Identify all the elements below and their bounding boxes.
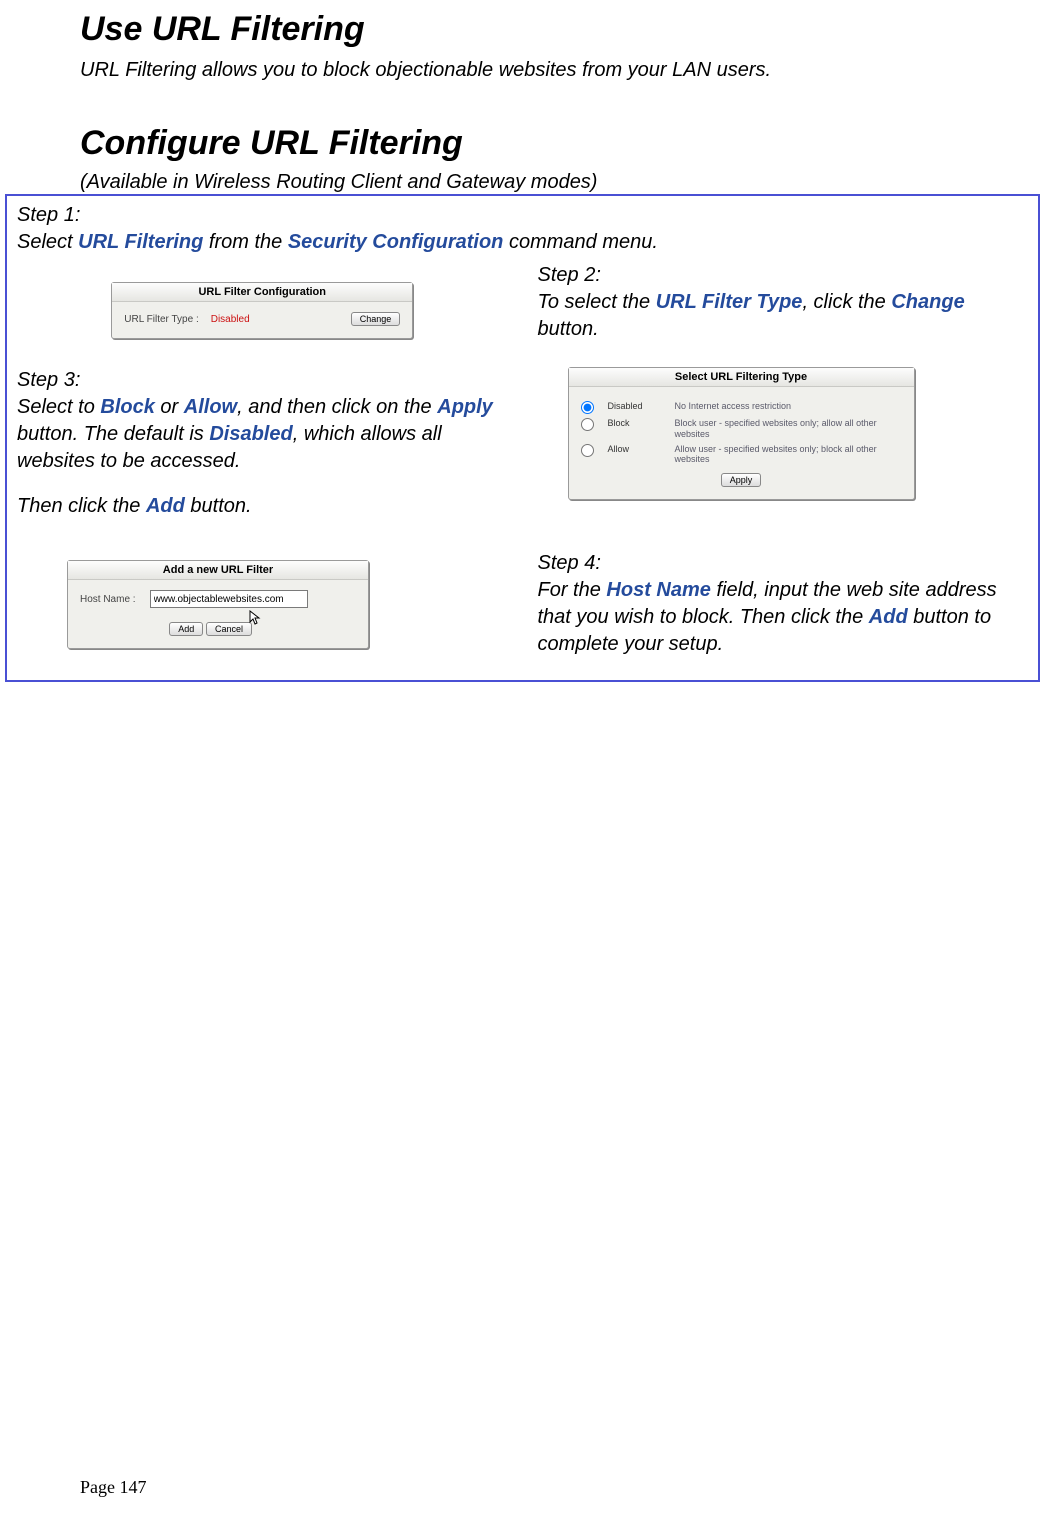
option-disabled[interactable]: Disabled No Internet access restriction	[581, 401, 902, 414]
option-allow-label: Allow	[608, 444, 663, 454]
kw-add2: Add	[869, 606, 908, 628]
step3-mid1: or	[155, 396, 184, 418]
kw-security-configuration: Security Configuration	[288, 231, 504, 253]
step1-block: Step 1: Select URL Filtering from the Se…	[17, 202, 1028, 256]
option-block-label: Block	[608, 418, 663, 428]
step4-block: Step 4: For the Host Name field, input t…	[538, 550, 1029, 658]
kw-apply: Apply	[437, 396, 493, 418]
step3-line2b: button.	[185, 495, 252, 517]
step4-pre: For the	[538, 579, 607, 601]
page-number: Page 147	[80, 1477, 147, 1498]
cursor-icon	[249, 610, 261, 629]
option-block-desc: Block user - specified websites only; al…	[675, 418, 902, 440]
step2-text-mid: , click the	[802, 291, 891, 313]
panel2-title: Select URL Filtering Type	[569, 368, 914, 387]
cancel-button[interactable]: Cancel	[206, 622, 252, 636]
step4-label: Step 4:	[538, 550, 1029, 577]
panel1-title: URL Filter Configuration	[112, 283, 412, 302]
step1-text-pre: Select	[17, 231, 78, 253]
step2-label: Step 2:	[538, 262, 1029, 289]
radio-block[interactable]	[581, 418, 594, 431]
step3-line2a: Then click the	[17, 495, 146, 517]
change-button[interactable]: Change	[351, 312, 401, 326]
kw-change: Change	[891, 291, 964, 313]
kw-url-filter-type: URL Filter Type	[656, 291, 803, 313]
heading-configure-url-filtering: Configure URL Filtering	[80, 124, 965, 163]
option-disabled-label: Disabled	[608, 401, 663, 411]
step3-mid2: , and then click on the	[237, 396, 437, 418]
panel3-title: Add a new URL Filter	[68, 561, 368, 580]
kw-url-filtering: URL Filtering	[78, 231, 203, 253]
step3-block: Step 3: Select to Block or Allow, and th…	[17, 367, 508, 520]
panel-select-url-filtering-type: Select URL Filtering Type Disabled No In…	[568, 367, 915, 500]
step3-mid3: button. The default is	[17, 423, 209, 445]
host-name-label: Host Name :	[80, 594, 136, 605]
step3-label: Step 3:	[17, 367, 508, 394]
radio-disabled[interactable]	[581, 401, 594, 414]
step1-label: Step 1:	[17, 202, 1028, 229]
heading-use-url-filtering: Use URL Filtering	[80, 10, 965, 49]
panel-add-new-url-filter: Add a new URL Filter Host Name : Add Can…	[67, 560, 369, 649]
panel1-field-label: URL Filter Type :	[124, 314, 198, 325]
kw-block: Block	[100, 396, 154, 418]
steps-container: Step 1: Select URL Filtering from the Se…	[5, 194, 1040, 682]
panel-url-filter-config: URL Filter Configuration URL Filter Type…	[111, 282, 413, 339]
apply-button[interactable]: Apply	[721, 473, 762, 487]
step1-text-mid: from the	[203, 231, 287, 253]
step2-text-post: button.	[538, 318, 599, 340]
panel1-field-value: Disabled	[211, 314, 250, 325]
option-disabled-desc: No Internet access restriction	[675, 401, 902, 412]
host-name-input[interactable]	[150, 590, 308, 608]
kw-add: Add	[146, 495, 185, 517]
option-allow[interactable]: Allow Allow user - specified websites on…	[581, 444, 902, 466]
step2-text-pre: To select the	[538, 291, 656, 313]
step2-block: Step 2: To select the URL Filter Type, c…	[538, 262, 1029, 343]
intro-paragraph: URL Filtering allows you to block object…	[80, 57, 965, 84]
kw-disabled: Disabled	[209, 423, 292, 445]
step3-pre: Select to	[17, 396, 100, 418]
kw-allow: Allow	[184, 396, 237, 418]
step1-text-post: command menu.	[503, 231, 658, 253]
kw-host-name: Host Name	[606, 579, 710, 601]
add-button[interactable]: Add	[169, 622, 203, 636]
radio-allow[interactable]	[581, 444, 594, 457]
option-block[interactable]: Block Block user - specified websites on…	[581, 418, 902, 440]
availability-note: (Available in Wireless Routing Client an…	[80, 171, 965, 194]
option-allow-desc: Allow user - specified websites only; bl…	[675, 444, 902, 466]
